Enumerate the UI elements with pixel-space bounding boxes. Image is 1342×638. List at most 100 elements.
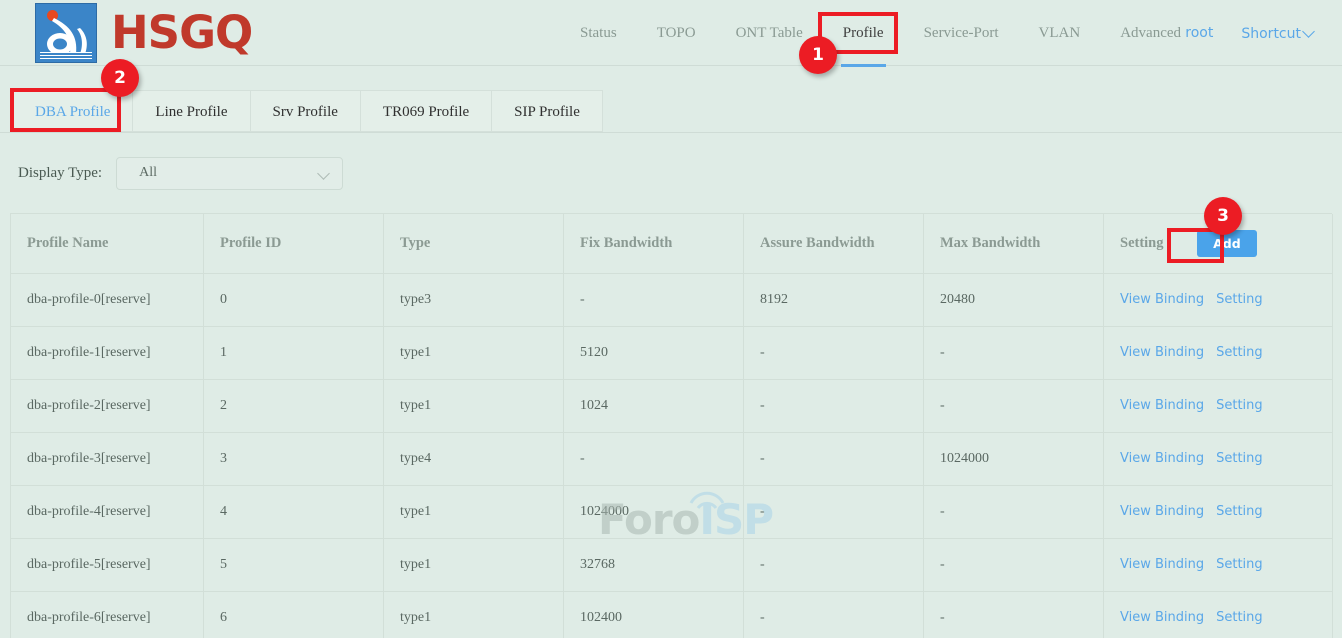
cell-max-bandwidth: - xyxy=(924,485,1104,538)
cell-assure-bandwidth: - xyxy=(744,538,924,591)
cell-type: type4 xyxy=(384,432,564,485)
cell-profile-name: dba-profile-5[reserve] xyxy=(11,538,204,591)
cell-max-bandwidth: 20480 xyxy=(924,273,1104,326)
cell-profile-name: dba-profile-1[reserve] xyxy=(11,326,204,379)
cell-setting-actions: View Binding Setting xyxy=(1104,326,1333,379)
cell-fix-bandwidth: 32768 xyxy=(564,538,744,591)
nav-item-service-port[interactable]: Service-Port xyxy=(904,0,1019,66)
display-type-label: Display Type: xyxy=(18,165,102,182)
cell-assure-bandwidth: - xyxy=(744,379,924,432)
cell-assure-bandwidth: - xyxy=(744,591,924,638)
cell-max-bandwidth: - xyxy=(924,538,1104,591)
setting-header-label: Setting xyxy=(1120,235,1164,251)
annotation-badge-3: 3 xyxy=(1204,197,1242,235)
annotation-badge-2: 2 xyxy=(101,59,139,97)
tab-tr069-profile[interactable]: TR069 Profile xyxy=(360,90,491,132)
view-binding-link[interactable]: View Binding xyxy=(1120,345,1204,360)
cell-fix-bandwidth: 102400 xyxy=(564,591,744,638)
column-header-profile-id: Profile ID xyxy=(204,214,384,273)
view-binding-link[interactable]: View Binding xyxy=(1120,398,1204,413)
cell-profile-id: 5 xyxy=(204,538,384,591)
setting-link[interactable]: Setting xyxy=(1216,345,1263,360)
cell-assure-bandwidth: 8192 xyxy=(744,273,924,326)
cell-profile-id: 3 xyxy=(204,432,384,485)
annotation-badge-1: 1 xyxy=(799,36,837,74)
nav-item-status[interactable]: Status xyxy=(560,0,637,66)
cell-fix-bandwidth: 1024 xyxy=(564,379,744,432)
cell-fix-bandwidth: 5120 xyxy=(564,326,744,379)
setting-link[interactable]: Setting xyxy=(1216,610,1263,625)
dba-profile-table: Profile Name Profile ID Type Fix Bandwid… xyxy=(10,214,1333,638)
cell-max-bandwidth: - xyxy=(924,379,1104,432)
cell-type: type1 xyxy=(384,326,564,379)
table-row: dba-profile-6[reserve]6type1102400--View… xyxy=(11,591,1333,638)
cell-setting-actions: View Binding Setting xyxy=(1104,379,1333,432)
table-body: dba-profile-0[reserve]0type3-819220480Vi… xyxy=(11,273,1333,638)
nav-item-topo[interactable]: TOPO xyxy=(637,0,716,66)
logo-stripes xyxy=(40,52,92,60)
setting-link[interactable]: Setting xyxy=(1216,292,1263,307)
view-binding-link[interactable]: View Binding xyxy=(1120,610,1204,625)
app-header: HSGQ Status TOPO ONT Table Profile Servi… xyxy=(0,0,1342,66)
table-row: dba-profile-3[reserve]3type4--1024000Vie… xyxy=(11,432,1333,485)
cell-profile-id: 0 xyxy=(204,273,384,326)
cell-setting-actions: View Binding Setting xyxy=(1104,591,1333,638)
view-binding-link[interactable]: View Binding xyxy=(1120,451,1204,466)
cell-type: type1 xyxy=(384,485,564,538)
shortcut-menu[interactable]: Shortcut xyxy=(1229,25,1328,42)
cell-assure-bandwidth: - xyxy=(744,326,924,379)
cell-setting-actions: View Binding Setting xyxy=(1104,538,1333,591)
tab-sip-profile[interactable]: SIP Profile xyxy=(491,90,603,132)
cell-profile-name: dba-profile-6[reserve] xyxy=(11,591,204,638)
cell-fix-bandwidth: - xyxy=(564,432,744,485)
setting-link[interactable]: Setting xyxy=(1216,451,1263,466)
cell-profile-name: dba-profile-3[reserve] xyxy=(11,432,204,485)
table-header-row: Profile Name Profile ID Type Fix Bandwid… xyxy=(11,214,1333,273)
view-binding-link[interactable]: View Binding xyxy=(1120,292,1204,307)
cell-profile-id: 2 xyxy=(204,379,384,432)
brand: HSGQ xyxy=(35,3,252,63)
table-row: dba-profile-5[reserve]5type132768--View … xyxy=(11,538,1333,591)
tab-srv-profile[interactable]: Srv Profile xyxy=(250,90,360,132)
table-row: dba-profile-0[reserve]0type3-819220480Vi… xyxy=(11,273,1333,326)
cell-setting-actions: View Binding Setting xyxy=(1104,432,1333,485)
tab-line-profile[interactable]: Line Profile xyxy=(132,90,249,132)
table-row: dba-profile-4[reserve]4type11024000--Vie… xyxy=(11,485,1333,538)
dba-profile-table-container: ForoISP Profile Name Profile ID Type Fix… xyxy=(10,213,1332,638)
setting-link[interactable]: Setting xyxy=(1216,557,1263,572)
cell-max-bandwidth: 1024000 xyxy=(924,432,1104,485)
cell-assure-bandwidth: - xyxy=(744,485,924,538)
cell-max-bandwidth: - xyxy=(924,591,1104,638)
nav-item-vlan[interactable]: VLAN xyxy=(1019,0,1101,66)
cell-fix-bandwidth: 1024000 xyxy=(564,485,744,538)
column-header-assure-bandwidth: Assure Bandwidth xyxy=(744,214,924,273)
cell-profile-name: dba-profile-2[reserve] xyxy=(11,379,204,432)
header-right-actions: root Shortcut xyxy=(1173,0,1328,66)
display-type-select[interactable]: All xyxy=(116,157,343,190)
cell-setting-actions: View Binding Setting xyxy=(1104,485,1333,538)
cell-profile-name: dba-profile-4[reserve] xyxy=(11,485,204,538)
filter-row: Display Type: All xyxy=(0,133,1342,213)
view-binding-link[interactable]: View Binding xyxy=(1120,557,1204,572)
profile-tabstrip: DBA Profile Line Profile Srv Profile TR0… xyxy=(0,66,1342,133)
cell-type: type1 xyxy=(384,379,564,432)
main-navigation: Status TOPO ONT Table Profile Service-Po… xyxy=(560,0,1201,66)
table-row: dba-profile-1[reserve]1type15120--View B… xyxy=(11,326,1333,379)
setting-link[interactable]: Setting xyxy=(1216,504,1263,519)
view-binding-link[interactable]: View Binding xyxy=(1120,504,1204,519)
display-type-value: All xyxy=(127,165,157,181)
cell-type: type1 xyxy=(384,538,564,591)
cell-setting-actions: View Binding Setting xyxy=(1104,273,1333,326)
user-menu-root[interactable]: root xyxy=(1173,25,1225,41)
cell-fix-bandwidth: - xyxy=(564,273,744,326)
table-row: dba-profile-2[reserve]2type11024--View B… xyxy=(11,379,1333,432)
column-header-max-bandwidth: Max Bandwidth xyxy=(924,214,1104,273)
cell-profile-name: dba-profile-0[reserve] xyxy=(11,273,204,326)
brand-name: HSGQ xyxy=(111,10,252,55)
cell-profile-id: 4 xyxy=(204,485,384,538)
cell-assure-bandwidth: - xyxy=(744,432,924,485)
setting-link[interactable]: Setting xyxy=(1216,398,1263,413)
chevron-down-icon xyxy=(319,169,330,180)
column-header-profile-name: Profile Name xyxy=(11,214,204,273)
cell-max-bandwidth: - xyxy=(924,326,1104,379)
